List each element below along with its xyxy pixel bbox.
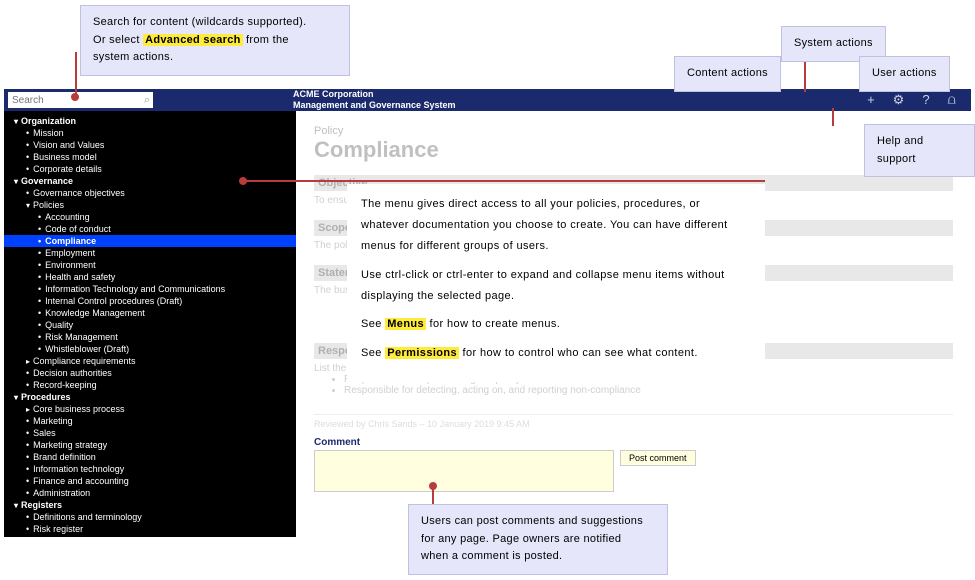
sidebar-item[interactable]: Core business process [4, 403, 296, 415]
plus-icon[interactable]: + [867, 92, 875, 108]
sidebar-item[interactable]: Business model [4, 151, 296, 163]
sidebar-item[interactable]: Internal Control procedures (Draft) [4, 295, 296, 307]
sidebar-item[interactable]: Mission [4, 127, 296, 139]
sidebar-nav: OrganizationMissionVision and ValuesBusi… [4, 111, 296, 537]
callout-user-actions: User actions [859, 56, 950, 92]
search-icon[interactable]: ⌕ [144, 94, 150, 107]
sidebar-item[interactable]: Accounting [4, 211, 296, 223]
sidebar-item[interactable]: Suppliers [4, 535, 296, 537]
callout-line [832, 108, 834, 126]
sidebar-item[interactable]: Risk Management [4, 331, 296, 343]
callout-dot [429, 482, 437, 490]
sidebar-item[interactable]: Vision and Values [4, 139, 296, 151]
sidebar-item[interactable]: Governance objectives [4, 187, 296, 199]
sidebar-item[interactable]: Compliance [4, 235, 296, 247]
sidebar-item[interactable]: Decision authorities [4, 367, 296, 379]
sidebar-item[interactable]: Organization [4, 115, 296, 127]
sidebar-item[interactable]: Marketing [4, 415, 296, 427]
sidebar-item[interactable]: Sales [4, 427, 296, 439]
comment-label: Comment [314, 437, 953, 448]
page-title: Compliance [314, 137, 953, 163]
header-bar: ⌕ ACME Corporation Management and Govern… [4, 89, 971, 111]
search-box[interactable]: ⌕ [8, 92, 153, 108]
sidebar-item[interactable]: Marketing strategy [4, 439, 296, 451]
sidebar-item[interactable]: Employment [4, 247, 296, 259]
sidebar-item[interactable]: Registers [4, 499, 296, 511]
callout-content-actions: Content actions [674, 56, 781, 92]
header-title: ACME Corporation Management and Governan… [293, 89, 456, 111]
user-icon[interactable]: ⩍ [948, 92, 956, 108]
sidebar-item[interactable]: Compliance requirements [4, 355, 296, 367]
sidebar-item[interactable]: Code of conduct [4, 223, 296, 235]
sidebar-item[interactable]: Knowledge Management [4, 307, 296, 319]
sidebar-item[interactable]: Administration [4, 487, 296, 499]
callout-dot [239, 177, 247, 185]
callout-help: Help and support [864, 124, 975, 177]
gear-icon[interactable]: ⚙ [893, 92, 905, 108]
help-icon[interactable]: ? [922, 92, 929, 108]
menu-overlay: The menu gives direct access to all your… [347, 184, 765, 382]
sidebar-item[interactable]: Health and safety [4, 271, 296, 283]
callout-comment: Users can post comments and suggestions … [408, 504, 668, 575]
comment-textarea[interactable] [314, 450, 614, 492]
sidebar-item[interactable]: Information technology [4, 463, 296, 475]
sidebar-item[interactable]: Environment [4, 259, 296, 271]
sidebar-item[interactable]: Procedures [4, 391, 296, 403]
sidebar-item[interactable]: Definitions and terminology [4, 511, 296, 523]
callout-line [243, 180, 765, 182]
post-comment-button[interactable]: Post comment [620, 450, 696, 466]
callout-search: Search for content (wildcards supported)… [80, 5, 350, 76]
sidebar-item[interactable]: Information Technology and Communication… [4, 283, 296, 295]
sidebar-item[interactable]: Finance and accounting [4, 475, 296, 487]
reviewed-by: Reviewed by Chris Sands – 10 January 201… [314, 414, 953, 429]
sidebar-item[interactable]: Brand definition [4, 451, 296, 463]
sidebar-item[interactable]: Risk register [4, 523, 296, 535]
sidebar-item[interactable]: Record-keeping [4, 379, 296, 391]
sidebar-item[interactable]: Whistleblower (Draft) [4, 343, 296, 355]
sidebar-item[interactable]: Policies [4, 199, 296, 211]
callout-dot [71, 93, 79, 101]
callout-line [75, 52, 77, 96]
sidebar-item[interactable]: Quality [4, 319, 296, 331]
page-type: Policy [314, 125, 953, 137]
sidebar-item[interactable]: Corporate details [4, 163, 296, 175]
